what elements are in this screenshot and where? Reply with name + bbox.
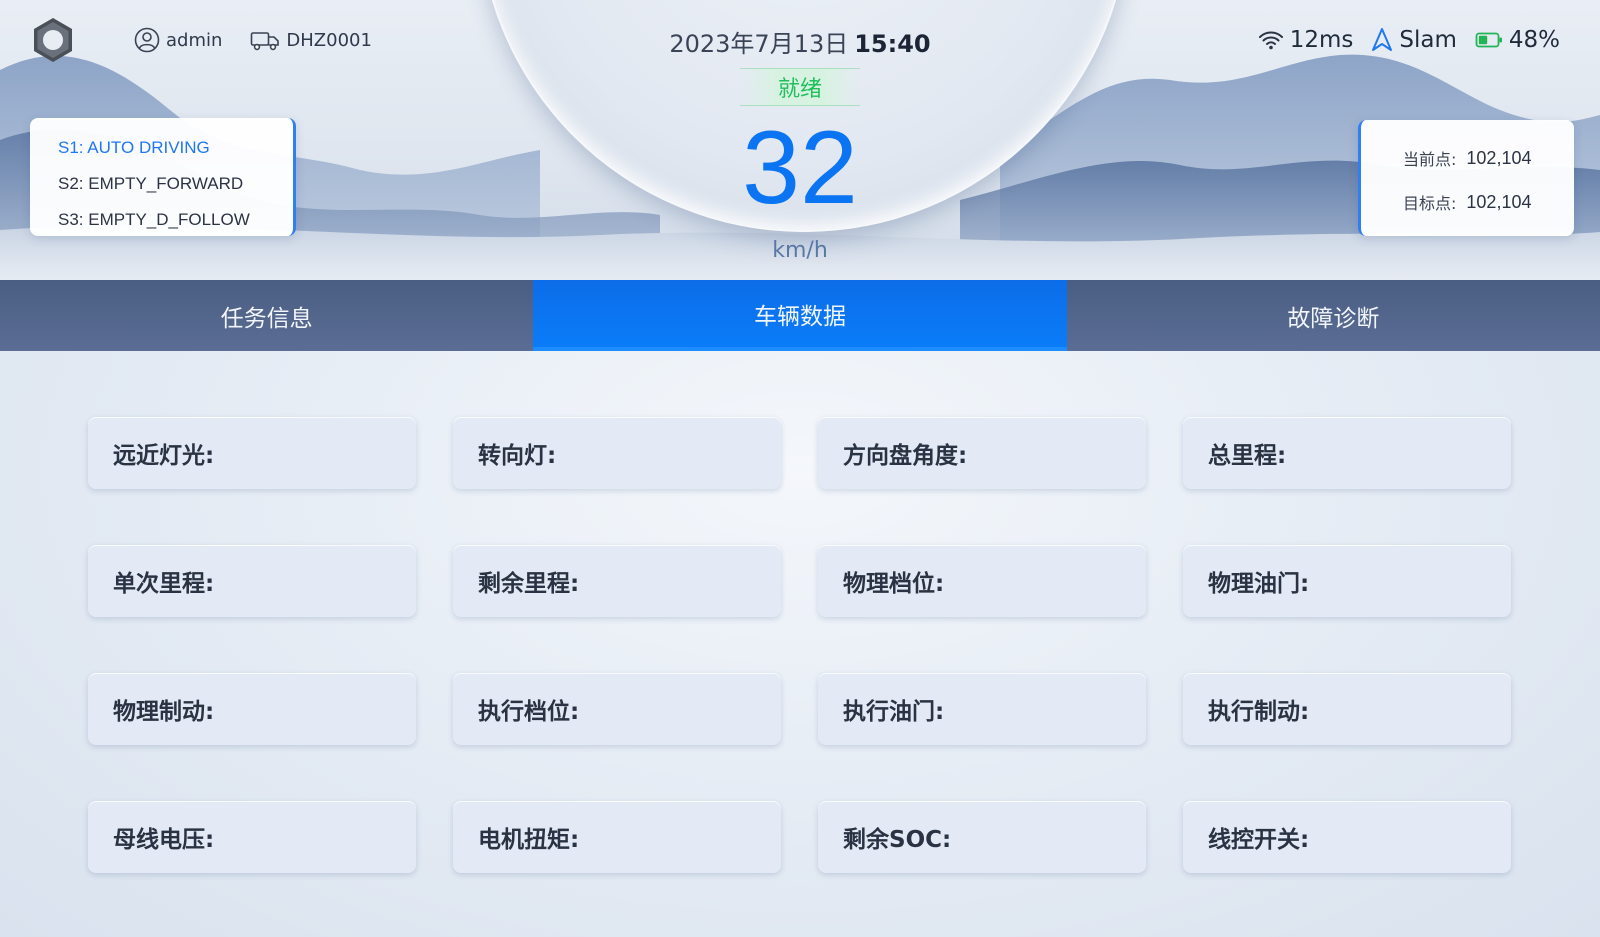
mode-item-s1[interactable]: S1: AUTO DRIVING: [30, 130, 293, 166]
field-total-mileage: 总里程:: [1183, 417, 1511, 489]
mode-item-s3[interactable]: S3: EMPTY_D_FOLLOW: [30, 202, 293, 238]
current-point-label: 当前点:: [1403, 150, 1457, 169]
field-steering-angle: 方向盘角度:: [818, 417, 1146, 489]
latency-text: 12ms: [1289, 27, 1354, 53]
status-bar: 12ms Slam 48%: [1240, 22, 1560, 58]
user-circle-icon: [134, 27, 160, 53]
date-text: 2023年7月13日: [669, 30, 849, 58]
battery-status: 48%: [1475, 27, 1560, 53]
field-physical-brake: 物理制动:: [88, 673, 416, 745]
datetime: 2023年7月13日 15:40: [600, 24, 1000, 59]
navigation-arrow-icon: [1372, 28, 1393, 51]
tab-vehicle-data[interactable]: 车辆数据: [533, 280, 1067, 351]
vehicle-info[interactable]: DHZ0001: [250, 28, 372, 52]
battery-text: 48%: [1508, 27, 1560, 53]
tab-bar: 任务信息 车辆数据 故障诊断: [0, 280, 1600, 351]
field-grid: 远近灯光: 转向灯: 方向盘角度: 总里程: 单次里程: 剩余里程: 物理档位:…: [88, 417, 1511, 873]
field-beam-light: 远近灯光:: [88, 417, 416, 489]
user-info[interactable]: admin: [134, 27, 222, 53]
field-exec-gear: 执行档位:: [453, 673, 781, 745]
hexagon-nut-icon[interactable]: [28, 15, 78, 65]
battery-fill: [1478, 35, 1488, 45]
speed-unit: km/h: [772, 238, 828, 263]
target-point-row: 目标点: 102,104: [1361, 180, 1574, 224]
vehicle-data-panel: 远近灯光: 转向灯: 方向盘角度: 总里程: 单次里程: 剩余里程: 物理档位:…: [0, 351, 1600, 937]
field-exec-brake: 执行制动:: [1183, 673, 1511, 745]
field-remaining-soc: 剩余SOC:: [818, 801, 1146, 873]
target-point-value: 102,104: [1466, 191, 1532, 212]
field-trip-mileage: 单次里程:: [88, 545, 416, 617]
field-motor-torque: 电机扭矩:: [453, 801, 781, 873]
status-badge: 就绪: [740, 68, 860, 106]
target-point-label: 目标点:: [1403, 194, 1457, 213]
time-text: 15:40: [854, 30, 931, 58]
wifi-icon: [1258, 31, 1283, 50]
field-bus-voltage: 母线电压:: [88, 801, 416, 873]
field-drive-by-wire: 线控开关:: [1183, 801, 1511, 873]
nav-mode-status: Slam: [1371, 27, 1457, 53]
tab-task-info[interactable]: 任务信息: [0, 280, 533, 351]
truck-icon: [251, 32, 280, 51]
current-point-value: 102,104: [1466, 147, 1532, 168]
field-remaining-mileage: 剩余里程:: [453, 545, 781, 617]
field-physical-throttle: 物理油门:: [1183, 545, 1511, 617]
nav-mode-text: Slam: [1399, 27, 1457, 53]
battery-icon: [1475, 32, 1502, 48]
tab-fault-diagnosis[interactable]: 故障诊断: [1067, 280, 1600, 351]
field-exec-throttle: 执行油门:: [818, 673, 1146, 745]
user-name: admin: [166, 29, 223, 51]
mode-card: S1: AUTO DRIVING S2: EMPTY_FORWARD S3: E…: [30, 118, 296, 236]
current-point-row: 当前点: 102,104: [1361, 136, 1574, 180]
speed-value: 32: [742, 110, 858, 226]
latency-status: 12ms: [1258, 27, 1354, 53]
mode-item-s2[interactable]: S2: EMPTY_FORWARD: [30, 166, 293, 202]
top-left-bar: admin DHZ0001: [28, 18, 372, 62]
header: admin DHZ0001 2023年7月13日 15:40 就绪 32 km/h…: [0, 0, 1600, 280]
vehicle-id: DHZ0001: [286, 29, 372, 51]
point-card: 当前点: 102,104 目标点: 102,104: [1358, 120, 1574, 236]
field-turn-signal: 转向灯:: [453, 417, 781, 489]
field-physical-gear: 物理档位:: [818, 545, 1146, 617]
